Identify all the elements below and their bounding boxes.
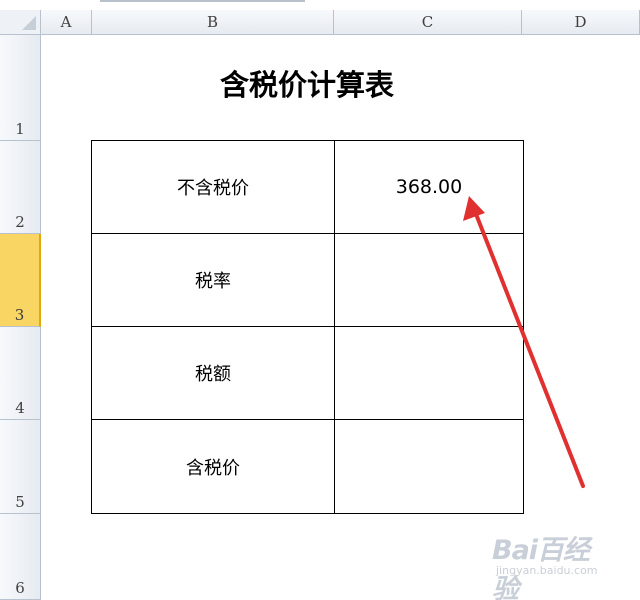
cell-c3-value[interactable] [334, 233, 524, 327]
row-number: 3 [14, 306, 25, 324]
spreadsheet-view: A B C D 1 2 3 4 5 6 含税价计算表 不含税价 368.00 税… [0, 0, 640, 600]
row-number: 1 [15, 120, 25, 138]
row-header-2[interactable]: 2 [0, 141, 41, 234]
column-header-d[interactable]: D [522, 10, 640, 35]
table-row: 税额 [91, 326, 524, 420]
row-header-3-selected[interactable]: 3 [0, 234, 41, 327]
column-header-a[interactable]: A [41, 10, 92, 35]
select-all-triangle-icon [22, 16, 36, 30]
row-number: 5 [15, 493, 25, 511]
row-header-5[interactable]: 5 [0, 420, 41, 514]
table-row: 税率 [91, 233, 524, 327]
table-row: 不含税价 368.00 [91, 140, 524, 234]
row-number: 2 [15, 213, 25, 231]
cell-c2-value[interactable]: 368.00 [334, 140, 524, 234]
table-row: 含税价 [91, 419, 524, 514]
row-number: 4 [15, 399, 25, 417]
sheet-title[interactable]: 含税价计算表 [92, 62, 522, 104]
tax-calc-table: 不含税价 368.00 税率 税额 含税价 [91, 140, 524, 514]
row-header-1[interactable]: 1 [0, 35, 41, 141]
row-header-4[interactable]: 4 [0, 327, 41, 420]
column-header-c[interactable]: C [334, 10, 522, 35]
select-all-button[interactable] [0, 10, 41, 35]
row-number: 6 [15, 579, 25, 597]
row-header-6[interactable]: 6 [0, 514, 41, 600]
cell-b4-label[interactable]: 税额 [91, 326, 335, 420]
toolbar-fragment [100, 0, 305, 2]
baidu-watermark: Bai百经验 jingyan.baidu.com [492, 528, 610, 600]
cell-c5-value[interactable] [334, 419, 524, 514]
cell-b3-label[interactable]: 税率 [91, 233, 335, 327]
cell-b5-label[interactable]: 含税价 [91, 419, 335, 514]
watermark-url: jingyan.baidu.com [496, 564, 598, 577]
cell-b2-label[interactable]: 不含税价 [91, 140, 335, 234]
column-header-b[interactable]: B [92, 10, 334, 35]
toolbar-edge [0, 0, 640, 10]
cell-c4-value[interactable] [334, 326, 524, 420]
